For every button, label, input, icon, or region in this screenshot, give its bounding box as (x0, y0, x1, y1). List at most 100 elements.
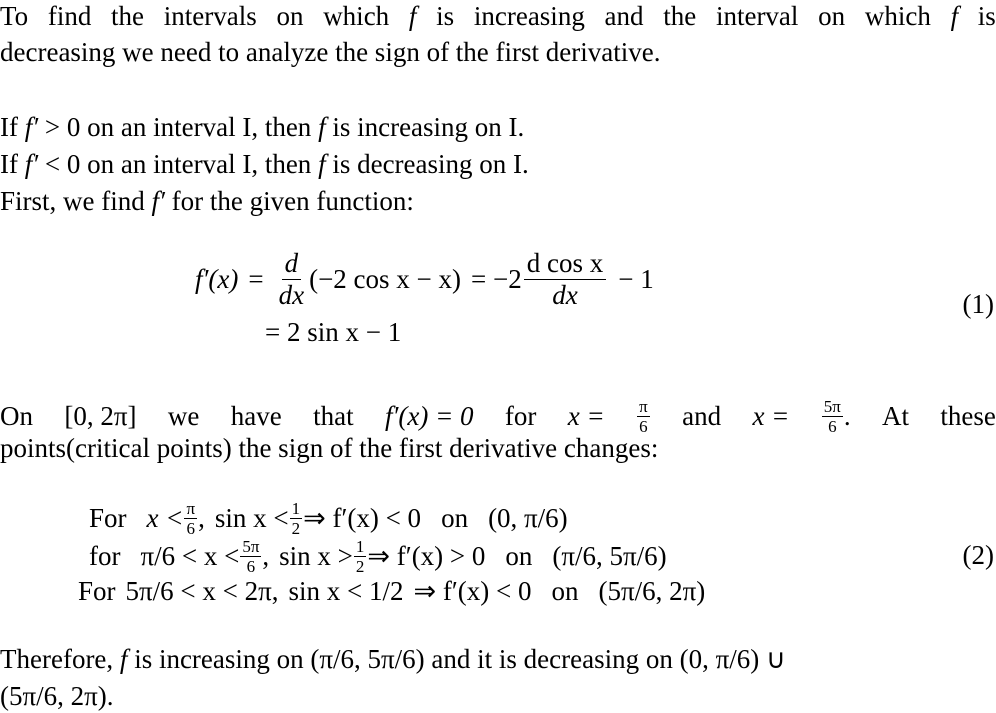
interval: [0, 2π] (64, 401, 137, 431)
lhs: f′(x) (195, 263, 239, 294)
math-f-prime: f′ (24, 112, 39, 142)
text: First, we find (0, 186, 152, 216)
equation-2-row-3: For 5π/6 < x < 2π, sin x < 1/2 ⇒ f′(x) <… (78, 576, 705, 607)
equals: = (248, 263, 264, 294)
condition: π/6 < x < (140, 541, 240, 571)
text: is increasing on (π/6, 5π/6) and it is d… (134, 644, 786, 674)
label: For (89, 503, 127, 533)
equation-1-line-1: f′(x) = d dx (−2 cos x − x) = −2 d cos x… (195, 244, 654, 314)
fraction-pi-6: π6 (637, 398, 650, 435)
numerator: 5π (821, 397, 843, 417)
equation-1-line-2: = 2 sin x − 1 (265, 316, 402, 347)
denominator: dx (278, 279, 305, 310)
text: is increasing on I. (325, 112, 525, 142)
math-expression: x = (752, 401, 790, 431)
fraction: π6 (184, 499, 198, 538)
word: on (818, 1, 846, 31)
comma: , (262, 541, 270, 571)
label: For (78, 576, 116, 606)
word: which (323, 1, 390, 31)
fraction-d-dx: d dx (276, 249, 307, 310)
equation-number-2: (2) (962, 540, 994, 570)
word: At (882, 401, 910, 431)
fraction-dcos-dx: d cos x dx (523, 249, 607, 310)
expression: (−2 cos x − x) (309, 263, 462, 294)
math-f: f (950, 1, 959, 31)
word: on (441, 503, 469, 533)
implication: ⇒ f′(x) < 0 (303, 503, 422, 533)
word: the (663, 1, 697, 31)
equation-number-1: (1) (962, 289, 994, 319)
word: Therefore, (0, 644, 114, 674)
word: intervals (163, 1, 257, 31)
word: on (551, 576, 579, 606)
implication: ⇒ f′(x) < 0 (413, 576, 532, 606)
intro-line-1: To find the intervals on which f is incr… (0, 3, 996, 30)
sine-condition: sin x < 1/2 (288, 576, 404, 606)
expression: − 1 (618, 263, 654, 294)
numerator: 1 (289, 499, 303, 519)
word: on (505, 541, 533, 571)
math-f: f (318, 149, 326, 179)
word: On (0, 401, 33, 431)
denominator: dx (552, 279, 578, 310)
word: these (940, 401, 996, 431)
condition: 5π/6 < x < 2π, (125, 576, 279, 606)
rule-increasing: If f′ > 0 on an interval I, then f is in… (0, 114, 524, 141)
math-f: f (408, 1, 417, 31)
word: is (436, 1, 455, 31)
equation-2-row-2: for π/6 < x < 5π 6 , sin x > 12 ⇒ f′(x) >… (89, 538, 667, 575)
denominator: 6 (828, 417, 837, 436)
interval: (0, π/6) (488, 503, 568, 533)
fraction: 12 (289, 499, 303, 538)
fraction-5pi-6: 5π 6. (821, 397, 851, 436)
word: and (604, 1, 644, 31)
word: the (111, 1, 145, 31)
numerator: 1 (353, 537, 367, 557)
math-expression: x = (567, 401, 605, 431)
word: that (313, 401, 354, 431)
denominator: 6 (186, 519, 196, 538)
text: for the given function: (164, 186, 414, 216)
text: is decreasing on I. (325, 149, 529, 179)
word: is (977, 1, 996, 31)
numerator: 5π (240, 537, 262, 557)
math-f: f (119, 644, 128, 674)
expression: = −2 (471, 263, 522, 294)
sine-condition: sin x > (279, 541, 353, 571)
comma: , (198, 503, 205, 533)
text: > 0 on an interval I, then (38, 112, 319, 142)
word: find (47, 1, 92, 31)
denominator: 2 (291, 519, 301, 538)
word: on (276, 1, 304, 31)
text: < 0 on an interval I, then (38, 149, 319, 179)
numerator: π (184, 499, 198, 519)
rule-decreasing: If f′ < 0 on an interval I, then f is de… (0, 151, 529, 178)
conclusion-line-1: Therefore, f is increasing on (π/6, 5π/6… (0, 646, 996, 673)
math-f-prime: f′ (24, 149, 39, 179)
math-f-prime: f′ (151, 186, 165, 216)
fraction: 12 (353, 537, 367, 575)
word: interval (715, 1, 799, 31)
numerator: d cos x (523, 249, 607, 280)
interval: (π/6, 5π/6) (552, 541, 667, 571)
word: we (167, 401, 200, 431)
text: If (0, 149, 25, 179)
word: have (230, 401, 282, 431)
sine-condition: sin x < (214, 503, 289, 533)
word: increasing (473, 1, 585, 31)
label: for (89, 541, 121, 571)
math-f: f (318, 112, 326, 142)
critical-line-1: On [0, 2π] we have that f′(x) = 0 for x … (0, 398, 996, 435)
intro-line-2: decreasing we need to analyze the sign o… (0, 37, 661, 67)
conclusion-text: Therefore, f is increasing on (π/6, 5π/6… (0, 646, 786, 673)
first-step-text: First, we find f′ for the given function… (0, 188, 414, 215)
conclusion-line-2: (5π/6, 2π). (0, 681, 114, 711)
text: If (0, 112, 25, 142)
word: for (504, 401, 537, 431)
word: which (864, 1, 931, 31)
equation-1: f′(x) = d dx (−2 cos x − x) = −2 d cos x… (195, 244, 654, 350)
word: and (682, 401, 722, 431)
implication: ⇒ f′(x) > 0 (367, 541, 486, 571)
condition: x < (146, 503, 184, 533)
